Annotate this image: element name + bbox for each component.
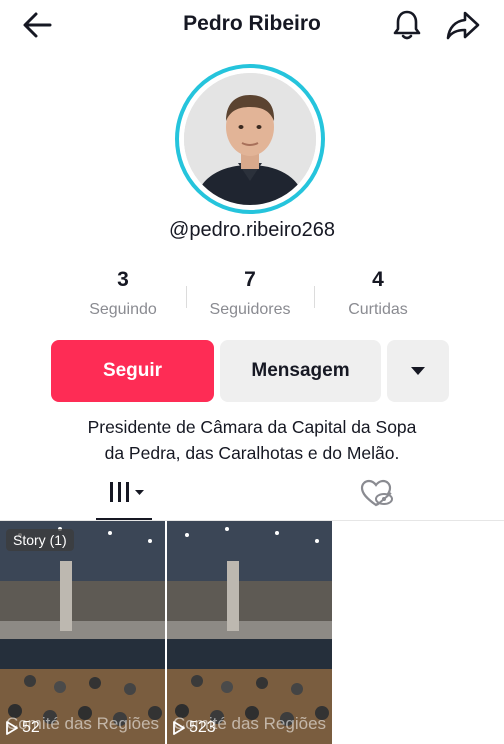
play-icon: [173, 721, 185, 735]
tab-videos[interactable]: [96, 470, 152, 520]
bio-line-1: Presidente de Câmara da Capital da Sopa: [87, 417, 417, 437]
view-count: 52: [6, 719, 40, 737]
active-tab-indicator: [96, 518, 152, 520]
following-label: Seguindo: [89, 301, 157, 318]
follow-button[interactable]: Seguir: [51, 340, 214, 402]
stat-likes[interactable]: 4 Curtidas: [315, 268, 441, 319]
stat-following[interactable]: 3 Seguindo: [60, 268, 186, 319]
view-count: 523: [173, 719, 216, 737]
video-scene-image: [0, 521, 165, 744]
avatar-portrait: [184, 73, 316, 205]
play-icon: [6, 721, 18, 735]
profile-tabs: [0, 470, 504, 521]
video-thumbnail[interactable]: Story (1) Comité das Regiões 52: [0, 521, 165, 744]
story-badge: Story (1): [6, 529, 74, 551]
followers-label: Seguidores: [209, 301, 291, 318]
hidden-heart-icon[interactable]: [358, 476, 394, 512]
likes-count: 4: [372, 268, 384, 291]
grid-bars-icon: [110, 482, 144, 502]
profile-stats: 3 Seguindo 7 Seguidores 4 Curtidas: [60, 268, 440, 328]
profile-handle: @pedro.ribeiro268: [169, 219, 335, 241]
avatar: [184, 73, 316, 205]
profile-title: Pedro Ribeiro: [183, 12, 321, 35]
video-grid: Story (1) Comité das Regiões 52 Comité d…: [0, 521, 504, 744]
share-arrow-icon[interactable]: [444, 8, 482, 42]
bio-line-2: da Pedra, das Caralhotas e do Melão.: [104, 443, 400, 463]
stat-followers[interactable]: 7 Seguidores: [187, 268, 313, 319]
profile-bio: Presidente de Câmara da Capital da Sopa …: [30, 414, 474, 466]
video-scene-image: [167, 521, 332, 744]
followers-count: 7: [244, 268, 256, 291]
bell-icon[interactable]: [390, 8, 424, 42]
more-options-button[interactable]: [387, 340, 449, 402]
video-thumbnail[interactable]: Comité das Regiões 523: [167, 521, 332, 744]
view-count-value: 523: [189, 719, 216, 736]
view-count-value: 52: [22, 719, 40, 736]
caret-down-icon: [411, 367, 425, 375]
avatar-ring[interactable]: [175, 64, 325, 214]
likes-label: Curtidas: [348, 301, 408, 318]
following-count: 3: [117, 268, 129, 291]
top-bar: Pedro Ribeiro: [0, 0, 504, 50]
message-button[interactable]: Mensagem: [220, 340, 381, 402]
